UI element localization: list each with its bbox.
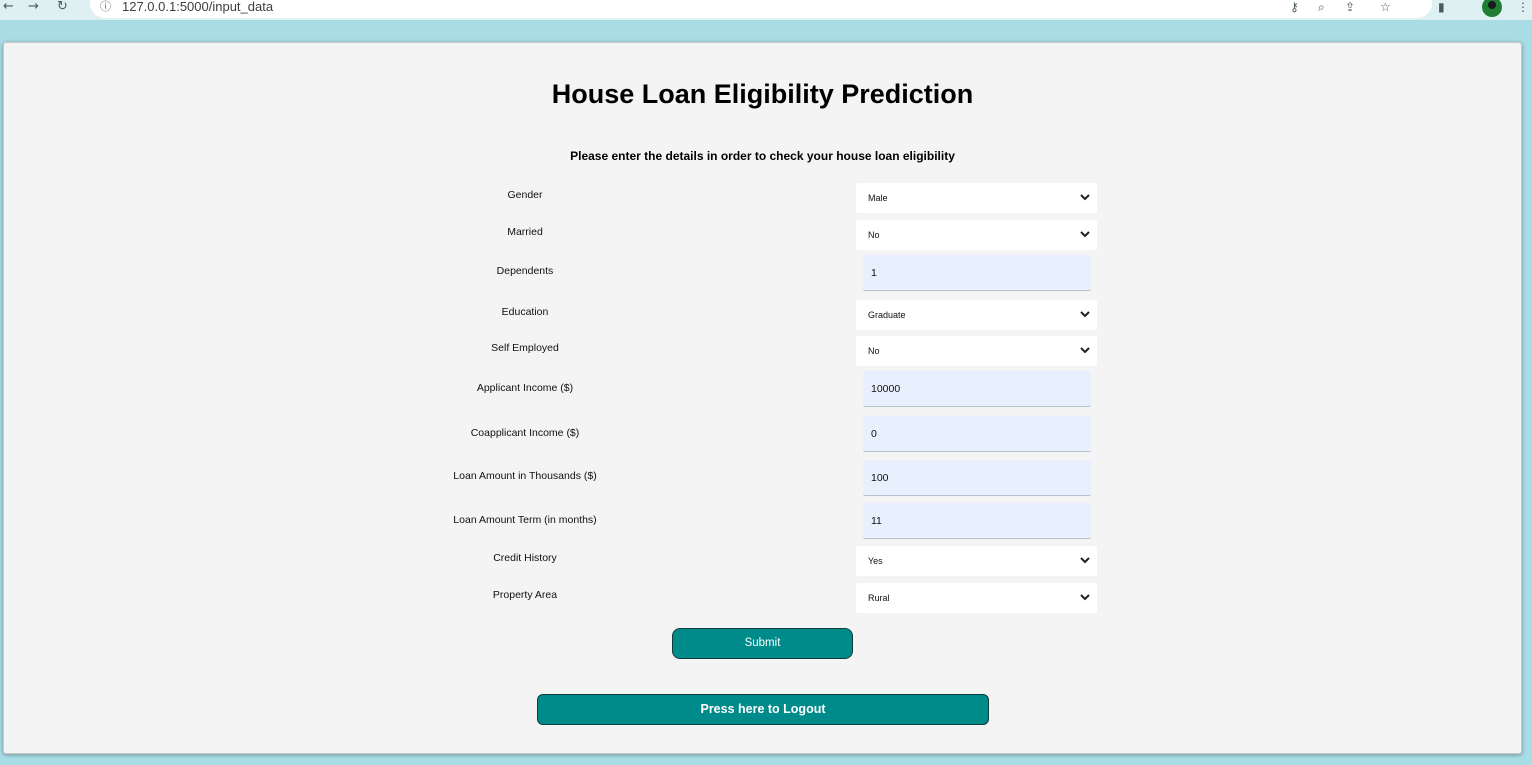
- coapplicant-income-input[interactable]: 0: [863, 416, 1091, 452]
- married-select-value: No: [868, 230, 880, 240]
- property-area-select-value: Rural: [868, 593, 890, 603]
- chevron-down-icon: [1080, 557, 1090, 564]
- field-label-coapplicant-income: Coapplicant Income ($): [470, 427, 580, 439]
- applicant-income-input-value: 10000: [871, 383, 901, 395]
- url-text[interactable]: 127.0.0.1:5000/input_data: [122, 0, 273, 14]
- gender-select[interactable]: Male: [856, 183, 1097, 213]
- field-label-education: Education: [501, 306, 549, 318]
- zoom-icon[interactable]: ⌕: [1318, 0, 1325, 14]
- submit-button[interactable]: Submit: [672, 628, 853, 659]
- menu-icon[interactable]: ⋮: [1517, 0, 1529, 14]
- page-subtitle: Please enter the details in order to che…: [570, 149, 955, 163]
- chevron-down-icon: [1080, 311, 1090, 318]
- credit-history-select[interactable]: Yes: [856, 546, 1097, 576]
- profile-avatar-icon[interactable]: [1482, 0, 1502, 17]
- education-select-value: Graduate: [868, 310, 906, 320]
- self-employed-select[interactable]: No: [856, 336, 1097, 366]
- chevron-down-icon: [1080, 347, 1090, 354]
- chevron-down-icon: [1080, 594, 1090, 601]
- dependents-input[interactable]: 1: [863, 255, 1091, 291]
- married-select[interactable]: No: [856, 220, 1097, 250]
- loan-amount-input[interactable]: 100: [863, 460, 1091, 496]
- dependents-input-value: 1: [871, 267, 877, 279]
- applicant-income-input[interactable]: 10000: [863, 371, 1091, 407]
- browser-toolbar: ← → ↻ ⓘ 127.0.0.1:5000/input_data ⚷ ⌕ ⇪ …: [0, 0, 1532, 20]
- field-label-self-employed: Self Employed: [491, 342, 559, 354]
- field-label-dependents: Dependents: [496, 265, 554, 277]
- info-icon[interactable]: ⓘ: [100, 0, 111, 14]
- side-panel-icon[interactable]: ▮: [1438, 0, 1445, 14]
- field-label-loan-amount: Loan Amount in Thousands ($): [453, 470, 597, 482]
- loan-amount-input-value: 100: [871, 472, 889, 484]
- education-select[interactable]: Graduate: [856, 300, 1097, 330]
- self-employed-select-value: No: [868, 346, 880, 356]
- share-icon[interactable]: ⇪: [1345, 0, 1355, 14]
- forward-arrow-icon[interactable]: →: [28, 0, 39, 14]
- page-title: House Loan Eligibility Prediction: [551, 79, 974, 109]
- key-icon[interactable]: ⚷: [1290, 0, 1299, 14]
- field-label-gender: Gender: [507, 189, 543, 201]
- field-label-applicant-income: Applicant Income ($): [476, 382, 574, 394]
- field-label-loan-term: Loan Amount Term (in months): [453, 514, 597, 526]
- loan-term-input[interactable]: 11: [863, 503, 1091, 539]
- star-icon[interactable]: ☆: [1380, 0, 1391, 14]
- reload-icon[interactable]: ↻: [57, 0, 68, 14]
- field-label-property-area: Property Area: [492, 589, 558, 601]
- property-area-select[interactable]: Rural: [856, 583, 1097, 613]
- chevron-down-icon: [1080, 194, 1090, 201]
- field-label-credit-history: Credit History: [493, 552, 557, 564]
- form-card: House Loan Eligibility Prediction Please…: [3, 42, 1522, 754]
- logout-button[interactable]: Press here to Logout: [537, 694, 989, 725]
- address-bar[interactable]: ⓘ 127.0.0.1:5000/input_data: [90, 0, 1432, 18]
- loan-term-input-value: 11: [871, 515, 882, 527]
- chevron-down-icon: [1080, 231, 1090, 238]
- back-arrow-icon[interactable]: ←: [3, 0, 14, 14]
- coapplicant-income-input-value: 0: [871, 428, 877, 440]
- field-label-married: Married: [507, 226, 543, 238]
- gender-select-value: Male: [868, 193, 888, 203]
- credit-history-select-value: Yes: [868, 556, 883, 566]
